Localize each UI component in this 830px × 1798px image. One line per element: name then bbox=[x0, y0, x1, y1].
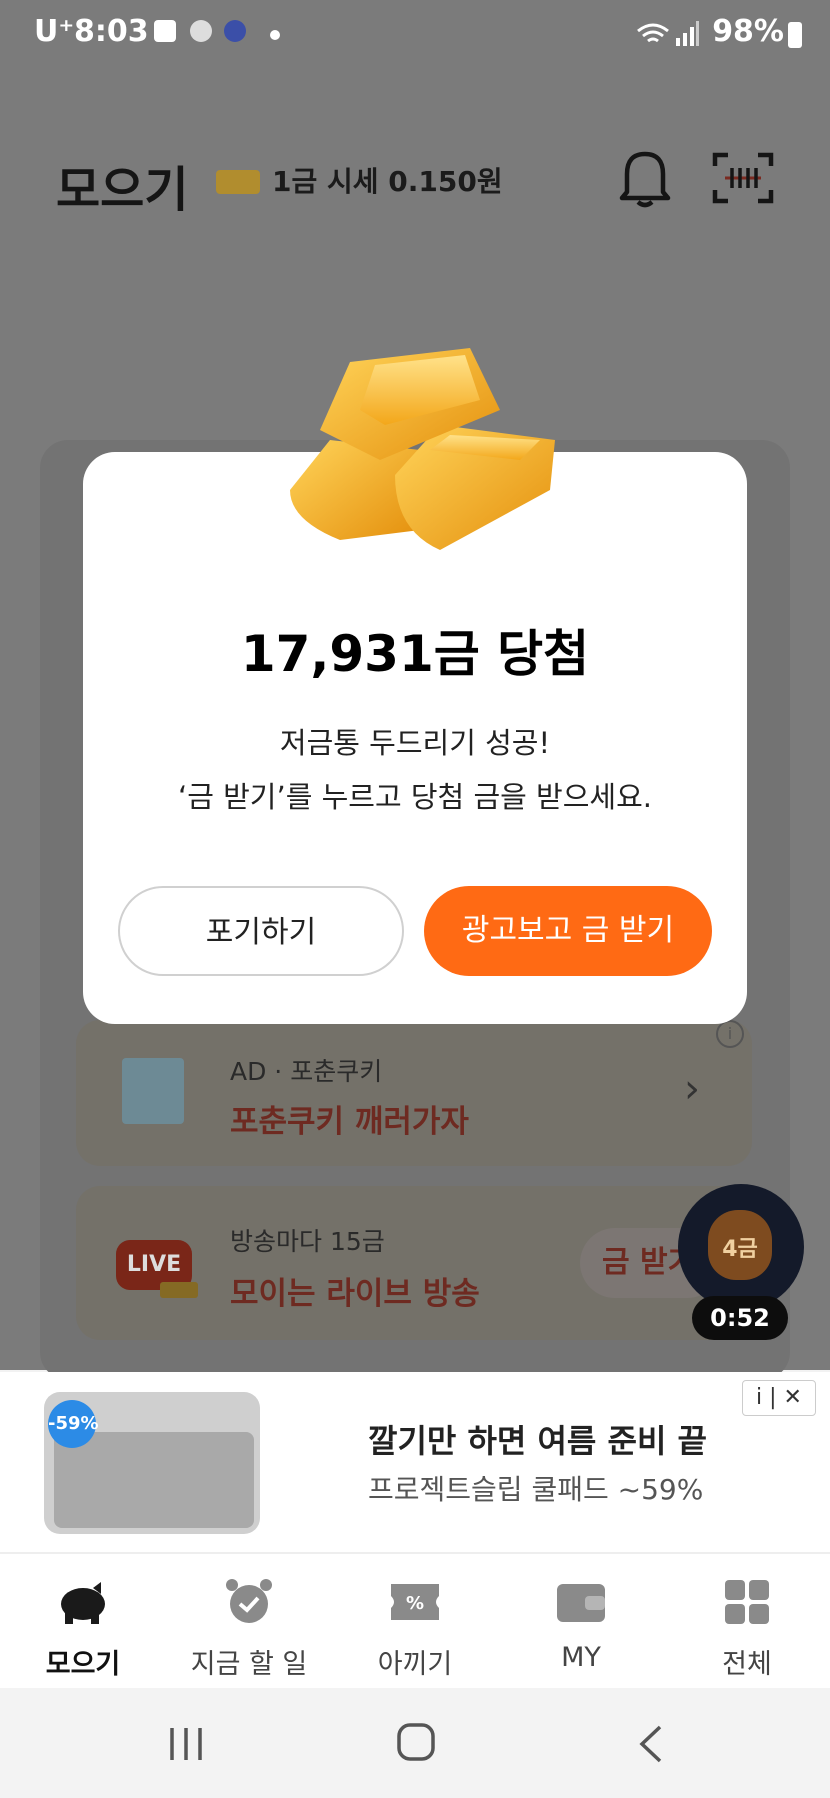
app-notification-icon bbox=[224, 20, 246, 42]
nav-item-my[interactable]: MY bbox=[498, 1554, 664, 1688]
carrier-label: U⁺ bbox=[34, 14, 75, 49]
mattress-pad-image bbox=[54, 1432, 254, 1528]
signal-icon bbox=[676, 21, 699, 46]
nav-item-collect[interactable]: 모으기 bbox=[0, 1554, 166, 1688]
floating-reward-button[interactable]: 4금 bbox=[678, 1184, 804, 1310]
nav-label: 지금 할 일 bbox=[190, 1649, 308, 1680]
nav-item-save[interactable]: % 아끼기 bbox=[332, 1554, 498, 1688]
app-notification-icon bbox=[154, 20, 176, 42]
ad-card-subtitle: AD · 포춘쿠키 bbox=[230, 1057, 383, 1086]
gold-bar-icon bbox=[216, 170, 260, 194]
nav-label: 모으기 bbox=[45, 1649, 121, 1680]
watch-ad-get-gold-button[interactable]: 광고보고 금 받기 bbox=[424, 886, 712, 976]
ad-choices-close-icon[interactable]: i | ✕ bbox=[742, 1380, 816, 1416]
grid-icon bbox=[725, 1580, 769, 1624]
banner-ad-title: 깔기만 하면 여름 준비 끝 bbox=[368, 1422, 707, 1460]
status-bar: U⁺ 8:03 98% bbox=[0, 0, 830, 58]
battery-label: 98% bbox=[712, 14, 784, 49]
reward-timer: 0:52 bbox=[692, 1296, 788, 1340]
bottom-navigation: 모으기 지금 할 일 % 아끼기 MY 전체 bbox=[0, 1554, 830, 1688]
nav-label: 아끼기 bbox=[377, 1649, 453, 1680]
dialog-title: 17,931금 당첨 bbox=[240, 625, 590, 683]
wifi-icon bbox=[637, 23, 669, 43]
gold-bar-icon bbox=[160, 1282, 198, 1298]
ad-info-icon[interactable]: i bbox=[716, 1020, 744, 1048]
nav-item-todo[interactable]: 지금 할 일 bbox=[166, 1554, 332, 1688]
back-icon[interactable] bbox=[636, 1724, 664, 1764]
svg-text:%: % bbox=[406, 1593, 424, 1614]
page-title: 모으기 bbox=[56, 162, 189, 218]
live-card-subtitle: 방송마다 15금 bbox=[230, 1227, 385, 1256]
discount-badge: -59% bbox=[48, 1400, 99, 1448]
system-navigation-bar bbox=[0, 1688, 830, 1798]
ad-card-title: 포춘쿠키 깨러가자 bbox=[230, 1104, 469, 1140]
clock: 8:03 bbox=[74, 14, 149, 49]
wallet-icon bbox=[557, 1584, 605, 1622]
gold-bars-icon bbox=[290, 348, 555, 550]
nav-label: 전체 bbox=[722, 1649, 772, 1680]
battery-icon bbox=[788, 22, 802, 48]
dialog-message-line1: 저금통 두드리기 성공! bbox=[279, 726, 551, 760]
chevron-right-icon: › bbox=[684, 1066, 700, 1112]
give-up-button[interactable]: 포기하기 bbox=[118, 886, 404, 976]
money-bag-icon: 4금 bbox=[708, 1210, 772, 1280]
app-notification-icon bbox=[190, 20, 212, 42]
recent-apps-icon[interactable] bbox=[166, 1726, 206, 1762]
piggy-bank-icon bbox=[61, 1582, 105, 1624]
fortune-cookie-thumbnail bbox=[122, 1058, 184, 1124]
home-icon[interactable] bbox=[396, 1722, 436, 1762]
banner-ad[interactable]: -59% 깔기만 하면 여름 준비 끝 프로젝트슬립 쿨패드 ~59% i | … bbox=[0, 1372, 830, 1554]
dialog-message-line2: ‘금 받기’를 누르고 당첨 금을 받으세요. bbox=[178, 780, 652, 814]
alarm-clock-icon bbox=[226, 1579, 272, 1623]
banner-ad-subtitle: 프로젝트슬립 쿨패드 ~59% bbox=[368, 1473, 704, 1506]
live-card-title: 모이는 라이브 방송 bbox=[230, 1276, 480, 1312]
coupon-icon: % bbox=[391, 1584, 439, 1620]
bell-icon[interactable] bbox=[618, 148, 672, 208]
dot-icon bbox=[270, 30, 280, 40]
scan-icon[interactable] bbox=[712, 152, 774, 204]
banner-ad-image: -59% bbox=[44, 1392, 260, 1534]
nav-label: MY bbox=[561, 1642, 601, 1673]
gold-rate-label: 1금 시세 0.150원 bbox=[272, 165, 503, 198]
nav-item-all[interactable]: 전체 bbox=[664, 1554, 830, 1688]
